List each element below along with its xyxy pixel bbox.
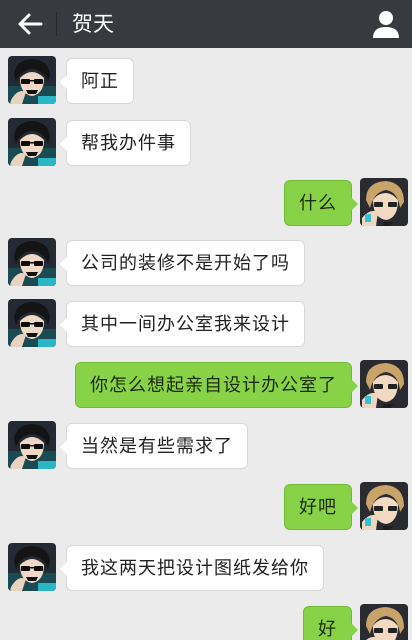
message-row: 我这两天把设计图纸发给你 xyxy=(0,543,412,603)
avatar[interactable] xyxy=(360,482,408,530)
message-row: 帮我办件事 xyxy=(0,118,412,178)
avatar[interactable] xyxy=(360,178,408,226)
sent-bubble[interactable]: 好吧 xyxy=(284,484,358,530)
received-bubble[interactable]: 阿正 xyxy=(60,58,134,104)
title-bar: 贺天 xyxy=(0,0,412,48)
back-arrow-icon[interactable] xyxy=(14,8,46,40)
message-row: 阿正 xyxy=(0,56,412,116)
avatar[interactable] xyxy=(8,421,56,469)
message-row: 什么 xyxy=(0,178,412,238)
received-bubble[interactable]: 当然是有些需求了 xyxy=(60,423,248,469)
avatar[interactable] xyxy=(360,604,408,640)
avatar[interactable] xyxy=(8,238,56,286)
person-icon[interactable] xyxy=(368,6,404,42)
avatar[interactable] xyxy=(8,118,56,166)
sent-bubble[interactable]: 什么 xyxy=(284,180,358,226)
received-bubble[interactable]: 我这两天把设计图纸发给你 xyxy=(60,545,324,591)
received-bubble[interactable]: 其中一间办公室我来设计 xyxy=(60,301,305,347)
received-bubble[interactable]: 帮我办件事 xyxy=(60,120,191,166)
received-bubble[interactable]: 公司的装修不是开始了吗 xyxy=(60,240,305,286)
message-row: 公司的装修不是开始了吗 xyxy=(0,238,412,298)
message-row: 好 xyxy=(0,604,412,640)
message-row: 好吧 xyxy=(0,482,412,542)
avatar[interactable] xyxy=(8,543,56,591)
chat-title: 贺天 xyxy=(72,12,114,36)
message-row: 其中一间办公室我来设计 xyxy=(0,299,412,359)
avatar[interactable] xyxy=(8,56,56,104)
avatar[interactable] xyxy=(8,299,56,347)
sent-bubble[interactable]: 好 xyxy=(303,606,358,640)
message-row: 你怎么想起亲自设计办公室了 xyxy=(0,360,412,420)
message-row: 当然是有些需求了 xyxy=(0,421,412,481)
avatar[interactable] xyxy=(360,360,408,408)
sent-bubble[interactable]: 你怎么想起亲自设计办公室了 xyxy=(75,362,358,408)
title-separator xyxy=(56,12,57,36)
